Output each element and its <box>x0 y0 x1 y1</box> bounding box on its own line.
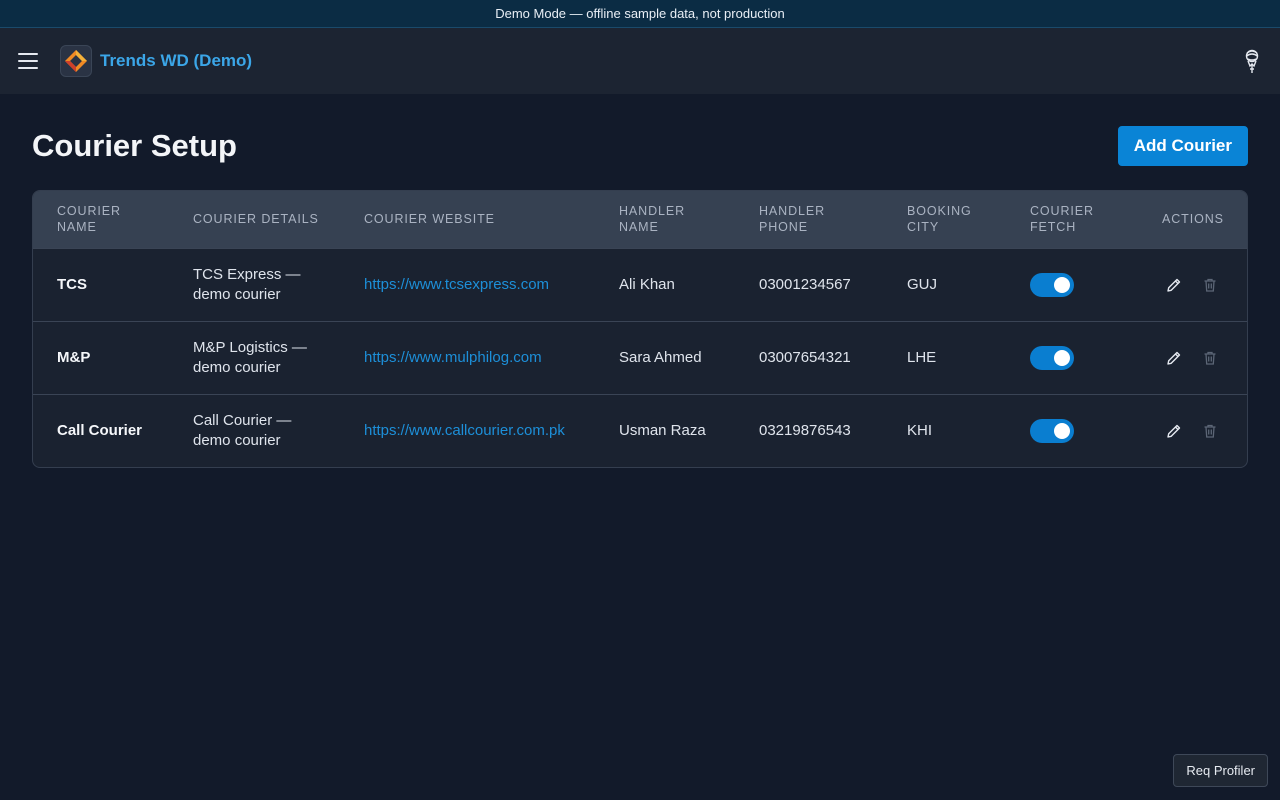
cell-courier-name: Call Courier <box>57 421 143 439</box>
toggle-knob <box>1054 349 1070 366</box>
delete-trash-icon[interactable] <box>1202 423 1218 439</box>
cell-handler-name: Usman Raza <box>619 421 706 439</box>
cell-courier-website-link[interactable]: https://www.mulphilog.com <box>340 321 595 394</box>
courier-fetch-toggle[interactable] <box>1030 345 1074 370</box>
cell-booking-city: KHI <box>907 421 933 439</box>
delete-trash-icon[interactable] <box>1202 350 1218 366</box>
cell-courier-details: Call Courier — demo courier <box>193 411 292 449</box>
req-profiler-button[interactable]: Req Profiler <box>1173 754 1268 787</box>
header-courier-name[interactable]: Courier Name <box>33 191 169 248</box>
header-courier-fetch[interactable]: Courier Fetch <box>1006 191 1142 248</box>
cell-courier-website-link[interactable]: https://www.callcourier.com.pk <box>340 394 595 467</box>
brand-logo-icon[interactable] <box>60 45 92 77</box>
demo-banner-text: Demo Mode — offline sample data, not pro… <box>495 6 785 21</box>
add-courier-button[interactable]: Add Courier <box>1117 126 1248 166</box>
cell-handler-phone: 03007654321 <box>759 348 851 366</box>
header-actions: Actions <box>1162 212 1224 227</box>
courier-fetch-toggle[interactable] <box>1030 418 1074 443</box>
cell-courier-details: TCS Express — demo courier <box>193 265 301 303</box>
courier-fetch-toggle[interactable] <box>1030 272 1074 297</box>
top-app-bar: Trends WD (Demo) <box>0 28 1280 94</box>
user-avatar-icon[interactable] <box>1240 47 1264 75</box>
edit-pencil-icon[interactable] <box>1166 350 1182 366</box>
cell-courier-name: M&P <box>57 348 91 366</box>
cell-actions <box>1142 321 1247 394</box>
toggle-knob <box>1054 422 1070 439</box>
header-handler-name[interactable]: Handler Name <box>595 191 735 248</box>
edit-pencil-icon[interactable] <box>1166 277 1182 293</box>
table-row: M&P M&P Logistics — demo courier https:/… <box>33 321 1247 394</box>
edit-pencil-icon[interactable] <box>1166 423 1182 439</box>
header-courier-details[interactable]: Courier Details <box>169 191 340 248</box>
cell-actions <box>1142 248 1247 321</box>
cell-courier-fetch <box>1006 321 1142 394</box>
table-row: Call Courier Call Courier — demo courier… <box>33 394 1247 467</box>
main-content: Courier Setup Add Courier Courier Name C… <box>0 94 1280 468</box>
cell-courier-details: M&P Logistics — demo courier <box>193 338 307 376</box>
toggle-knob <box>1054 276 1070 293</box>
page-header: Courier Setup Add Courier <box>32 126 1248 166</box>
cell-handler-phone: 03219876543 <box>759 421 851 439</box>
header-handler-phone[interactable]: Handler Phone <box>735 191 883 248</box>
cell-booking-city: LHE <box>907 348 937 366</box>
cell-courier-fetch <box>1006 394 1142 467</box>
cell-handler-phone: 03001234567 <box>759 275 851 293</box>
cell-handler-name: Ali Khan <box>619 275 675 293</box>
header-courier-website[interactable]: Courier Website <box>340 191 595 248</box>
cell-courier-website-link[interactable]: https://www.tcsexpress.com <box>340 248 595 321</box>
courier-table-container: Courier Name Courier Details Courier Web… <box>32 190 1248 468</box>
cell-courier-name: TCS <box>57 275 87 293</box>
cell-booking-city: GUJ <box>907 275 937 293</box>
table-header-row: Courier Name Courier Details Courier Web… <box>33 191 1247 248</box>
cell-actions <box>1142 394 1247 467</box>
courier-table: Courier Name Courier Details Courier Web… <box>33 191 1247 467</box>
cell-handler-name: Sara Ahmed <box>619 348 702 366</box>
app-title[interactable]: Trends WD (Demo) <box>100 51 252 71</box>
table-row: TCS TCS Express — demo courier https://w… <box>33 248 1247 321</box>
hamburger-menu-icon[interactable] <box>18 53 38 69</box>
header-booking-city[interactable]: Booking City <box>883 191 1006 248</box>
demo-mode-banner: Demo Mode — offline sample data, not pro… <box>0 0 1280 28</box>
cell-courier-fetch <box>1006 248 1142 321</box>
page-title: Courier Setup <box>32 128 237 163</box>
delete-trash-icon[interactable] <box>1202 277 1218 293</box>
